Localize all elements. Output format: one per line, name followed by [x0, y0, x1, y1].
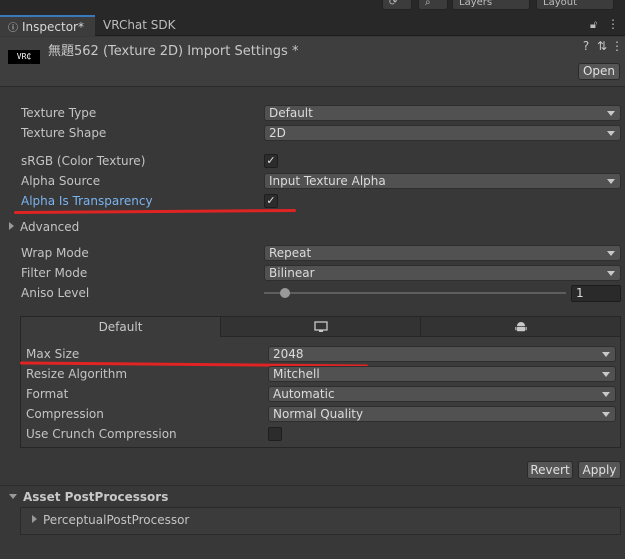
tab-inspector[interactable]: ⓘ Inspector*	[0, 15, 95, 36]
history-icon: ⟳	[389, 0, 398, 8]
alpha-source-value: Input Texture Alpha	[269, 174, 386, 188]
chevron-down-icon	[607, 179, 615, 184]
open-button[interactable]: Open	[578, 63, 620, 80]
aniso-level-input[interactable]: 1	[571, 285, 621, 302]
chevron-down-icon	[607, 251, 615, 256]
lock-icon[interactable]: 🔓︎	[590, 18, 597, 32]
crunch-compression-checkbox[interactable]	[268, 427, 282, 441]
format-label: Format	[26, 387, 69, 401]
alpha-source-label: Alpha Source	[21, 174, 101, 188]
tab-default-platform[interactable]: Default	[21, 317, 221, 337]
list-item[interactable]: PerceptualPostProcessor	[32, 513, 189, 527]
layout-dropdown[interactable]: Layout	[536, 0, 614, 10]
chevron-down-icon	[602, 372, 610, 377]
layers-label: Layers	[459, 0, 493, 8]
tab-vrchat-sdk-label: VRChat SDK	[103, 18, 176, 32]
filter-mode-dropdown[interactable]: Bilinear	[264, 265, 621, 281]
aniso-level-slider[interactable]	[264, 292, 566, 294]
asset-postprocessors-title: Asset PostProcessors	[23, 490, 169, 504]
chevron-down-icon	[607, 111, 615, 116]
wrap-mode-dropdown[interactable]: Repeat	[264, 245, 621, 261]
tab-android-platform[interactable]	[421, 317, 620, 337]
resize-algorithm-value: Mitchell	[273, 367, 320, 381]
filter-mode-value: Bilinear	[269, 266, 315, 280]
monitor-icon	[313, 321, 328, 332]
page-title: 無題562 (Texture 2D) Import Settings *	[48, 44, 299, 59]
crunch-compression-label: Use Crunch Compression	[26, 427, 177, 441]
format-dropdown[interactable]: Automatic	[268, 386, 616, 402]
resize-algorithm-dropdown[interactable]: Mitchell	[268, 366, 616, 382]
annotation-underline	[13, 209, 297, 214]
top-toolbar	[0, 0, 625, 12]
tab-standalone-platform[interactable]	[221, 317, 421, 337]
texture-type-dropdown[interactable]: Default	[264, 105, 621, 121]
tab-vrchat-sdk[interactable]: VRChat SDK	[103, 15, 193, 36]
section-divider	[0, 485, 625, 486]
checkmark-icon: ✓	[266, 154, 276, 167]
chevron-down-icon	[602, 392, 610, 397]
search-icon: ⌕	[425, 0, 431, 8]
history-button[interactable]: ⟳	[382, 0, 412, 10]
texture-type-value: Default	[269, 106, 313, 120]
max-size-value: 2048	[273, 347, 304, 361]
more-options-icon[interactable]: ⋮	[607, 17, 619, 31]
postprocessor-name: PerceptualPostProcessor	[43, 513, 190, 527]
layers-dropdown[interactable]: Layers	[452, 0, 530, 10]
checkmark-icon: ✓	[266, 194, 276, 207]
wrap-mode-value: Repeat	[269, 246, 312, 260]
compression-value: Normal Quality	[273, 407, 364, 421]
search-button[interactable]: ⌕	[418, 0, 448, 10]
aniso-level-slider-handle[interactable]	[280, 288, 290, 298]
more-options-icon[interactable]: ⋮	[611, 40, 623, 52]
chevron-down-icon	[607, 271, 615, 276]
filter-mode-label: Filter Mode	[21, 266, 88, 280]
compression-dropdown[interactable]: Normal Quality	[268, 406, 616, 422]
chevron-down-icon	[607, 131, 615, 136]
chevron-down-icon	[602, 352, 610, 357]
alpha-is-transparency-label: Alpha Is Transparency	[21, 194, 153, 208]
triangle-down-icon	[9, 494, 17, 499]
inspector-icon: ⓘ	[8, 23, 18, 34]
preset-icon[interactable]: ⇅	[596, 40, 608, 52]
thumbnail-text: VR₵	[16, 52, 32, 61]
tab-default-label: Default	[98, 320, 143, 334]
aniso-level-label: Aniso Level	[21, 286, 90, 300]
alpha-source-dropdown[interactable]: Input Texture Alpha	[264, 173, 621, 189]
texture-shape-label: Texture Shape	[21, 126, 107, 140]
tab-inspector-label: Inspector*	[22, 20, 84, 34]
max-size-label: Max Size	[26, 347, 80, 361]
triangle-right-icon	[32, 515, 37, 523]
revert-button[interactable]: Revert	[527, 461, 573, 479]
texture-shape-dropdown[interactable]: 2D	[264, 125, 621, 141]
compression-label: Compression	[26, 407, 104, 421]
format-value: Automatic	[273, 387, 335, 401]
wrap-mode-label: Wrap Mode	[21, 246, 89, 260]
advanced-label: Advanced	[20, 220, 80, 234]
android-icon	[514, 322, 527, 332]
srgb-checkbox[interactable]: ✓	[264, 154, 278, 168]
help-icon[interactable]: ?	[580, 40, 592, 52]
srgb-label: sRGB (Color Texture)	[21, 154, 146, 168]
advanced-foldout[interactable]: Advanced	[9, 220, 79, 234]
layout-label: Layout	[543, 0, 577, 8]
triangle-right-icon	[9, 222, 14, 230]
max-size-dropdown[interactable]: 2048	[268, 346, 616, 362]
apply-button[interactable]: Apply	[578, 461, 621, 479]
chevron-down-icon	[602, 412, 610, 417]
resize-algorithm-label: Resize Algorithm	[26, 367, 128, 381]
alpha-is-transparency-checkbox[interactable]: ✓	[264, 194, 278, 208]
texture-thumbnail: VR₵	[8, 50, 40, 64]
texture-shape-value: 2D	[269, 126, 286, 140]
asset-postprocessors-foldout[interactable]: Asset PostProcessors	[9, 490, 168, 504]
texture-type-label: Texture Type	[21, 106, 97, 120]
